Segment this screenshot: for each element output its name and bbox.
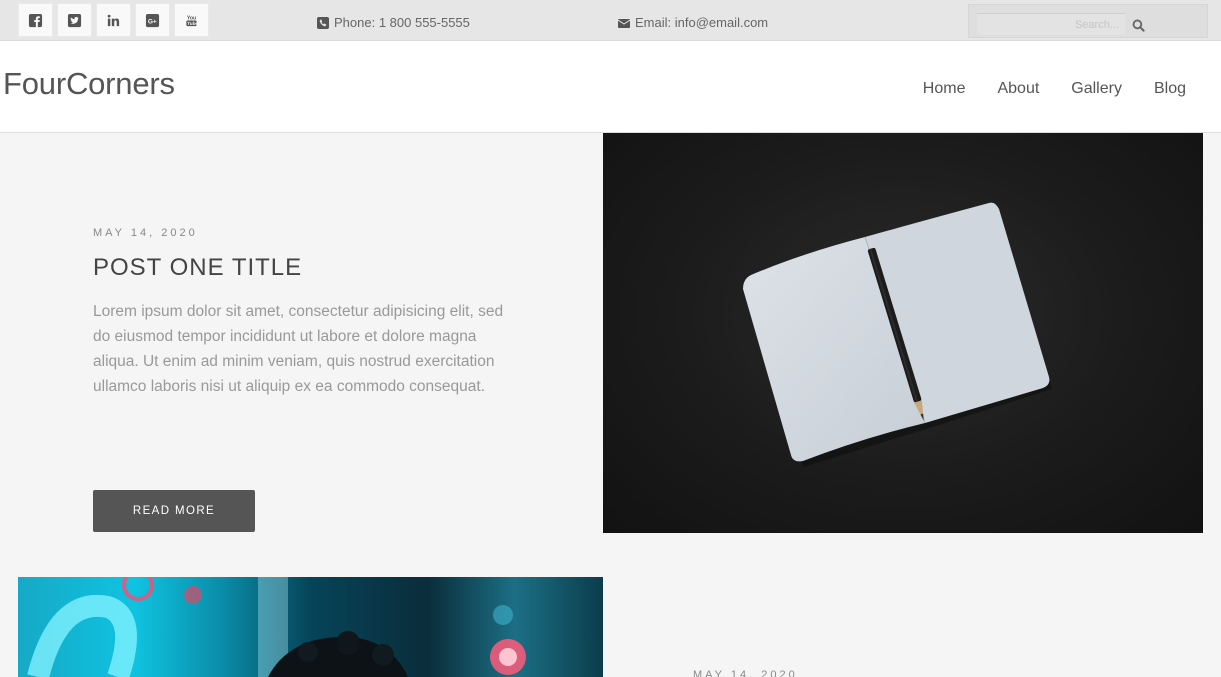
linkedin-icon [107, 14, 120, 26]
twitter-icon [67, 13, 82, 27]
linkedin-button[interactable] [96, 3, 131, 37]
site-header: FourCorners Home About Gallery Blog [0, 41, 1221, 133]
search-icon [1132, 19, 1145, 32]
phone-text: Phone: 1 800 555-5555 [334, 15, 470, 30]
email-text: Email: info@email.com [635, 15, 769, 30]
youtube-button[interactable]: You Tube [174, 3, 209, 37]
nav-blog[interactable]: Blog [1154, 80, 1186, 98]
email-contact: Email: info@email.com [618, 15, 768, 30]
nav-home[interactable]: Home [923, 80, 966, 98]
svg-text:G+: G+ [148, 18, 157, 25]
notebook-illustration [743, 202, 1052, 467]
post-image-neon[interactable] [18, 577, 603, 677]
site-logo[interactable]: FourCorners [3, 66, 175, 102]
svg-text:Tube: Tube [187, 21, 198, 26]
phone-contact: Phone: 1 800 555-5555 [317, 15, 470, 30]
google-plus-button[interactable]: G+ [135, 3, 170, 37]
twitter-button[interactable] [57, 3, 92, 37]
nav-gallery[interactable]: Gallery [1071, 80, 1122, 98]
social-links: G+ You Tube [18, 3, 209, 37]
nav-about[interactable]: About [997, 80, 1039, 98]
envelope-icon [618, 18, 630, 28]
post-date: MAY 14, 2020 [93, 227, 198, 239]
search-button[interactable] [1125, 13, 1151, 37]
post-date: MAY 14, 2020 [693, 669, 798, 677]
post-title[interactable]: POST ONE TITLE [93, 254, 302, 282]
search-box [968, 4, 1208, 38]
facebook-icon [28, 13, 43, 27]
post-image-notebook[interactable] [603, 133, 1203, 533]
main-nav: Home About Gallery Blog [891, 80, 1221, 98]
post-excerpt: Lorem ipsum dolor sit amet, consectetur … [93, 303, 504, 395]
google-plus-icon: G+ [145, 13, 160, 27]
phone-icon [317, 16, 329, 29]
neon-illustration [27, 577, 526, 677]
youtube-icon: YouTube [186, 15, 198, 26]
top-bar: G+ You Tube Phone: 1 800 555-5555 Email: … [0, 0, 1221, 41]
read-more-button[interactable]: READ MORE [93, 490, 255, 532]
search-input[interactable] [977, 13, 1125, 35]
facebook-button[interactable] [18, 3, 53, 37]
